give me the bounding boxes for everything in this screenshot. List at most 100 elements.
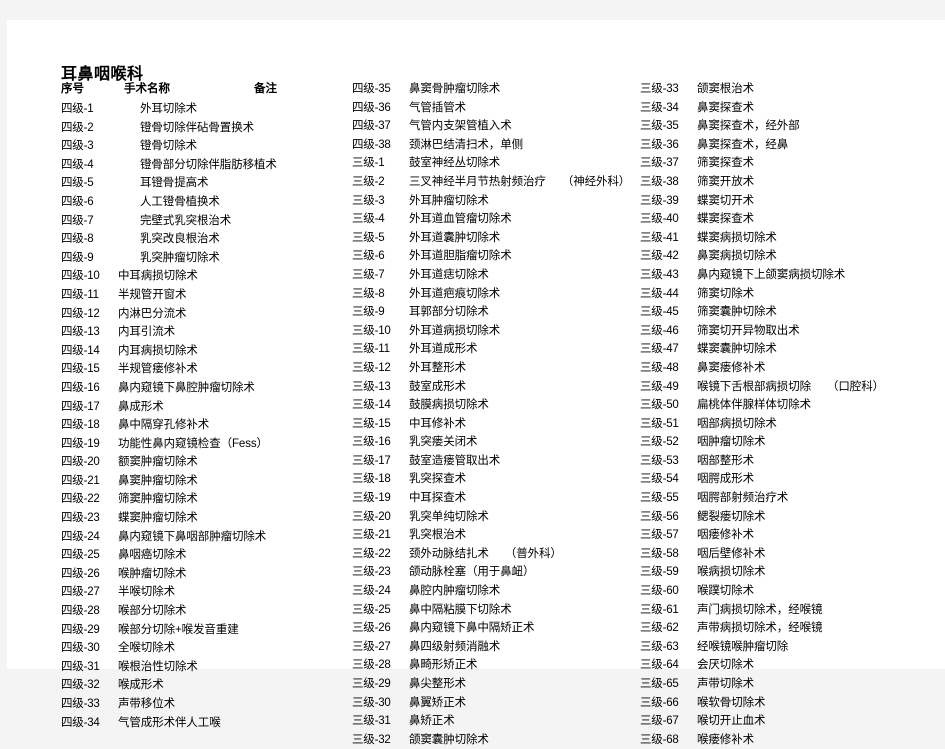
- table-row: 四级-31 喉根治性切除术: [61, 658, 351, 677]
- row-code: 四级-13: [61, 326, 100, 339]
- row-code: 四级-28: [61, 605, 100, 618]
- row-code: 三级-44: [640, 287, 679, 300]
- row-code: 三级-50: [640, 399, 679, 412]
- row-surgery-name: 蝶窦肿瘤切除术: [118, 512, 198, 525]
- row-surgery-name: 喉切开止血术: [697, 715, 766, 728]
- row-code: 四级-10: [61, 270, 100, 283]
- row-surgery-name: 咽后壁修补术: [697, 547, 766, 560]
- row-code: 三级-46: [640, 324, 679, 337]
- row-note: （神经外科）: [561, 175, 631, 188]
- row-surgery-name: 咽部整形术: [697, 454, 754, 467]
- row-code: 四级-19: [61, 437, 100, 450]
- row-code: 三级-4: [352, 213, 385, 226]
- row-code: 四级-21: [61, 474, 100, 487]
- row-surgery-name: 外耳道成形术: [409, 343, 478, 356]
- table-row: 三级-51 咽部病损切除术: [640, 415, 940, 434]
- row-code: 四级-11: [61, 288, 99, 301]
- row-surgery-name: 外耳道胆脂瘤切除术: [409, 250, 512, 263]
- table-row: 四级-17 鼻成形术: [61, 398, 351, 417]
- row-code: 三级-12: [352, 361, 391, 374]
- table-row: 三级-32 颌窦囊肿切除术: [352, 731, 637, 749]
- row-code: 四级-20: [61, 456, 100, 469]
- header-no: 序号: [61, 83, 84, 95]
- row-surgery-name: 外耳道囊肿切除术: [409, 231, 501, 244]
- row-surgery-name: 鼻中隔穿孔修补术: [118, 419, 210, 432]
- table-row: 三级-22 颈外动脉结扎术 （普外科）: [352, 545, 637, 564]
- row-code: 四级-31: [61, 660, 100, 673]
- row-surgery-name: 鼻尖整形术: [409, 678, 466, 690]
- table-row: 四级-38 颈淋巴结清扫术，单侧: [352, 136, 637, 155]
- row-surgery-name: 声带移位术: [118, 698, 175, 710]
- row-surgery-name: 扁桃体伴腺样体切除术: [697, 399, 811, 412]
- row-code: 三级-2: [352, 175, 385, 188]
- row-surgery-name: 鼓室神经丛切除术: [409, 157, 501, 170]
- table-row: 三级-42 鼻窦病损切除术: [640, 247, 940, 266]
- column-3: 三级-33 颌窦根治术 三级-34 鼻窦探查术 三级-35 鼻窦探查术，经外部 三级-36 鼻…: [640, 80, 940, 749]
- table-row: 三级-61 声门病损切除术，经喉镜: [640, 601, 940, 620]
- row-code: 三级-43: [640, 268, 679, 281]
- table-row: 四级-34 气管成形术伴人工喉: [61, 714, 351, 733]
- row-code: 三级-24: [352, 585, 391, 598]
- table-row: 三级-46 筛窦切开异物取出术: [640, 322, 940, 341]
- row-code: 四级-5: [61, 177, 94, 190]
- row-code: 三级-62: [640, 622, 679, 635]
- table-row: 三级-1 鼓室神经丛切除术: [352, 154, 637, 173]
- row-code: 三级-51: [640, 417, 679, 430]
- row-surgery-name: 中耳修补术: [409, 417, 466, 430]
- row-code: 三级-3: [352, 194, 385, 207]
- row-surgery-name: 镫骨部分切除伴脂肪移植术: [140, 158, 277, 171]
- table-row: 四级-24 鼻内窥镜下鼻咽部肿瘤切除术: [61, 528, 351, 547]
- table-row: 三级-7 外耳道痣切除术: [352, 266, 637, 285]
- table-row: 三级-54 咽腭成形术: [640, 470, 940, 489]
- row-code: 三级-27: [352, 640, 391, 653]
- row-code: 三级-41: [640, 231, 679, 244]
- table-row: 三级-41 蝶窦病损切除术: [640, 229, 940, 248]
- row-code: 三级-68: [640, 733, 679, 746]
- table-row: 四级-32 喉成形术: [61, 676, 351, 695]
- row-code: 四级-32: [61, 679, 100, 692]
- table-row: 三级-19 中耳探查术: [352, 489, 637, 508]
- row-surgery-name: 鼻内窥镜下鼻中隔矫正术: [409, 622, 535, 635]
- row-code: 四级-27: [61, 586, 100, 599]
- row-code: 四级-12: [61, 307, 100, 320]
- row-code: 三级-11: [352, 343, 390, 356]
- table-row: 三级-47 蝶窦囊肿切除术: [640, 340, 940, 359]
- document-page: 耳鼻咽喉科 序号 手术名称 备注 四级-1 外耳切除术 四级-2 镫骨切除伴砧骨置换术…: [7, 20, 945, 746]
- row-code: 三级-20: [352, 510, 391, 523]
- row-surgery-name: 筛窦囊肿切除术: [697, 306, 777, 319]
- row-surgery-name: 鼻矫正术: [409, 715, 455, 728]
- header-name: 手术名称: [124, 83, 170, 95]
- table-row: 四级-33 声带移位术: [61, 695, 351, 714]
- row-surgery-name: 喉软骨切除术: [697, 696, 766, 709]
- table-row: 三级-62 声带病损切除术，经喉镜: [640, 619, 940, 638]
- row-surgery-name: 经喉镜喉肿瘤切除: [697, 640, 789, 653]
- table-row: 四级-18 鼻中隔穿孔修补术: [61, 416, 351, 435]
- table-row: 四级-6 人工镫骨植换术: [61, 193, 351, 212]
- row-code: 四级-23: [61, 512, 100, 525]
- row-surgery-name: 气管内支架管植入术: [409, 120, 512, 133]
- row-surgery-name: 蝶窦囊肿切除术: [697, 343, 777, 356]
- table-row: 三级-43 鼻内窥镜下上颌窦病损切除术: [640, 266, 940, 285]
- row-surgery-name: 咽腭成形术: [697, 473, 754, 486]
- table-row: 三级-66 喉软骨切除术: [640, 694, 940, 713]
- row-surgery-name: 鼻翼矫正术: [409, 696, 466, 709]
- table-row: 三级-17 鼓室造瘘管取出术: [352, 452, 637, 471]
- table-row: 三级-25 鼻中隔粘膜下切除术: [352, 601, 637, 620]
- table-row: 三级-39 蝶窦切开术: [640, 192, 940, 211]
- row-surgery-name: 鼻窦探查术，经鼻: [697, 138, 789, 151]
- table-row: 四级-28 喉部分切除术: [61, 602, 351, 621]
- row-code: 四级-37: [352, 120, 391, 133]
- table-row: 三级-49 喉镜下舌根部病损切除 （口腔科）: [640, 378, 940, 397]
- row-code: 三级-55: [640, 492, 679, 505]
- row-surgery-name: 人工镫骨植换术: [140, 195, 220, 208]
- row-code: 四级-9: [61, 251, 94, 264]
- row-surgery-name: 气管插管术: [409, 101, 466, 114]
- table-row: 三级-68 喉瘘修补术: [640, 731, 940, 749]
- row-surgery-name: 鼻内窥镜下鼻咽部肿瘤切除术: [118, 530, 267, 543]
- row-code: 三级-10: [352, 324, 391, 337]
- table-row: 四级-8 乳突改良根治术: [61, 230, 351, 249]
- table-row: 四级-15 半规管瘘修补术: [61, 360, 351, 379]
- row-code: 三级-61: [640, 603, 679, 616]
- table-row: 三级-27 鼻四级射频消融术: [352, 638, 637, 657]
- table-row: 四级-7 完壁式乳突根治术: [61, 212, 351, 231]
